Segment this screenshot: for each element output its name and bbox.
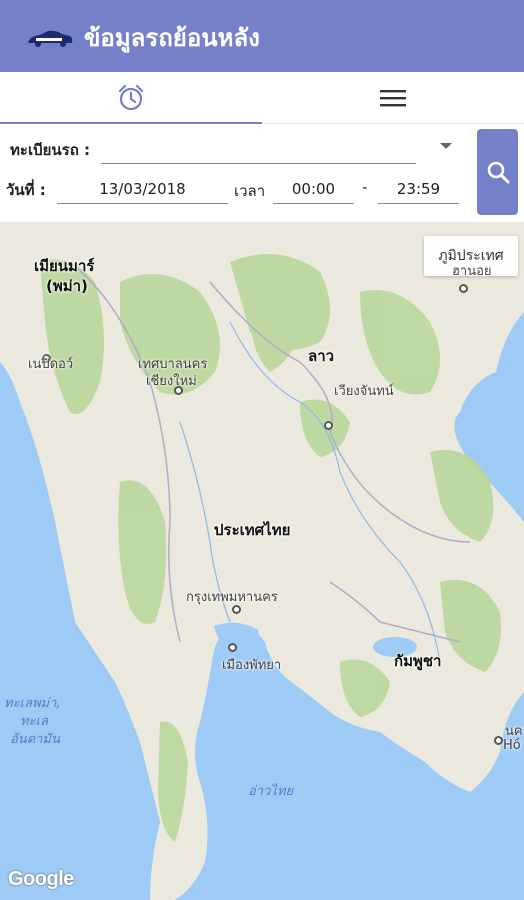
app-bar: ข้อมูลรถย้อนหลัง <box>0 0 524 72</box>
date-label: วันที่ : <box>6 181 46 199</box>
map-label-pattaya: เมืองพัทยา <box>222 658 282 673</box>
car-logo-icon <box>28 30 73 47</box>
time-label: เวลา <box>234 182 266 200</box>
map-label-hcm-2: Hồ <box>503 738 521 753</box>
city-marker <box>174 386 183 395</box>
map-label-andaman-3: อันดามัน <box>10 732 60 747</box>
map-view[interactable]: ภูมิประเทศ เมียนมาร์ (พม่า) เนปิดอว์ เทศ… <box>0 222 524 900</box>
hamburger-menu-icon <box>380 90 406 107</box>
date-field[interactable]: 13/03/2018 <box>57 174 228 204</box>
tab-menu[interactable] <box>262 72 524 124</box>
city-marker <box>232 605 241 614</box>
time-separator: - <box>362 178 368 196</box>
search-button[interactable] <box>477 129 518 215</box>
map-label-thailand: ประเทศไทย <box>214 521 291 539</box>
city-marker <box>494 736 503 745</box>
tab-history[interactable] <box>0 72 262 124</box>
map-label-myanmar-paren: (พม่า) <box>46 277 88 295</box>
city-marker <box>459 284 468 293</box>
plate-label: ทะเบียนรถ : <box>10 141 90 159</box>
tab-bar <box>0 72 524 124</box>
city-marker <box>324 421 333 430</box>
map-label-bangkok: กรุงเทพมหานคร <box>186 590 278 605</box>
plate-select[interactable] <box>101 132 416 164</box>
page-title: ข้อมูลรถย้อนหลัง <box>84 24 260 52</box>
map-label-gulf-of-thailand: อ่าวไทย <box>248 784 294 799</box>
chevron-down-icon[interactable] <box>440 143 452 149</box>
map-label-chiangmai-2: เชียงใหม่ <box>146 374 197 389</box>
map-label-hanoi: ฮานอย <box>452 264 492 279</box>
search-form: ทะเบียนรถ : วันที่ : 13/03/2018 เวลา 00:… <box>0 124 524 222</box>
alarm-clock-icon <box>118 84 144 111</box>
search-icon <box>487 161 509 184</box>
map-label-naypyidaw: เนปิดอว์ <box>28 357 74 372</box>
map-label-laos: ลาว <box>308 347 335 365</box>
map-label-vientiane: เวียงจันทน์ <box>334 384 394 399</box>
end-time-field[interactable]: 23:59 <box>378 174 459 204</box>
city-marker <box>228 643 237 652</box>
google-attribution: Google <box>8 868 74 890</box>
start-time-field[interactable]: 00:00 <box>273 174 354 204</box>
map-label-cambodia: กัมพูชา <box>394 652 442 670</box>
